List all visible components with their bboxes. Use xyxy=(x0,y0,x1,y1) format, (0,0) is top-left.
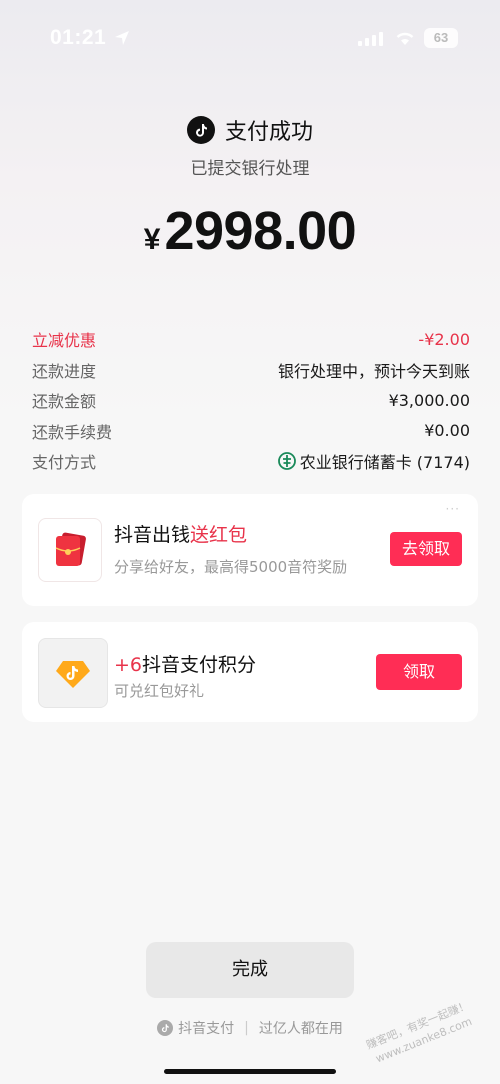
points-title-main: 抖音支付积分 xyxy=(142,654,257,676)
payment-details: 立减优惠 -¥2.00 还款进度 银行处理中，预计今天到账 还款金额 ¥3,00… xyxy=(32,324,470,477)
cellular-signal-icon xyxy=(358,32,383,46)
points-thumbnail xyxy=(38,638,108,708)
detail-value: 银行处理中，预计今天到账 xyxy=(277,361,470,381)
points-subtitle: 可兑红包好礼 xyxy=(114,682,205,700)
home-indicator[interactable] xyxy=(164,1069,336,1074)
claim-points-button[interactable]: 领取 xyxy=(376,654,462,690)
abc-bank-icon xyxy=(277,452,296,471)
footer-slogan: 过亿人都在用 xyxy=(258,1021,343,1037)
points-gem-icon xyxy=(56,661,90,688)
detail-row-progress: 还款进度 银行处理中，预计今天到账 xyxy=(32,355,470,386)
location-arrow-icon xyxy=(115,31,129,45)
red-packet-promo-card[interactable]: ··· 抖音出钱送红包 分享给好友，最高得5000音符奖励 去领取 xyxy=(22,494,478,606)
watermark: 赚客吧，有奖一起赚！ www.zuanke8.com xyxy=(355,994,500,1084)
detail-row-discount: 立减优惠 -¥2.00 xyxy=(32,324,470,355)
red-packet-thumbnail xyxy=(38,518,102,582)
detail-label: 支付方式 xyxy=(32,453,97,473)
detail-value: ¥0.00 xyxy=(424,421,470,441)
payment-points-card[interactable]: +6抖音支付积分 可兑红包好礼 领取 xyxy=(22,622,478,722)
detail-row-repay-amount: 还款金额 ¥3,000.00 xyxy=(32,385,470,416)
wifi-icon xyxy=(396,32,414,45)
points-title: +6抖音支付积分 xyxy=(114,650,256,677)
detail-label: 立减优惠 xyxy=(32,331,97,351)
detail-value-wrap: 农业银行储蓄卡 (7174) xyxy=(277,449,470,473)
currency-symbol: ¥ xyxy=(143,223,161,256)
detail-row-payment-method: 支付方式 农业银行储蓄卡 (7174) xyxy=(32,446,470,477)
promo-title: 抖音出钱送红包 xyxy=(114,520,247,547)
promo-subtitle: 分享给好友，最高得5000音符奖励 xyxy=(114,558,348,576)
red-packet-icon xyxy=(55,532,86,566)
status-bar: 01:21 63 xyxy=(0,22,500,56)
detail-value: 农业银行储蓄卡 (7174) xyxy=(299,453,470,473)
promo-title-main: 抖音出钱 xyxy=(114,524,191,546)
footer-brand: 抖音支付 xyxy=(178,1021,235,1037)
detail-value: ¥3,000.00 xyxy=(388,390,470,410)
detail-label: 还款进度 xyxy=(32,361,97,381)
payment-result-header: 支付成功 xyxy=(0,114,500,146)
claim-red-packet-button[interactable]: 去领取 xyxy=(390,532,462,566)
points-plus: +6 xyxy=(114,654,143,676)
detail-value: -¥2.00 xyxy=(418,329,470,349)
douyin-pay-logo-icon xyxy=(157,1020,174,1036)
page-subtitle: 已提交银行处理 xyxy=(190,159,310,179)
footer-divider: | xyxy=(244,1020,249,1036)
done-button[interactable]: 完成 xyxy=(146,942,354,998)
page-title: 支付成功 xyxy=(224,120,313,145)
promo-title-highlight: 送红包 xyxy=(190,524,248,546)
amount-value: 2998.00 xyxy=(164,201,357,261)
status-time: 01:21 xyxy=(50,26,107,49)
more-options-icon[interactable]: ··· xyxy=(446,502,460,516)
battery-indicator: 63 xyxy=(424,28,458,48)
detail-label: 还款金额 xyxy=(32,392,97,412)
douyin-logo-icon xyxy=(186,116,215,144)
payment-amount: ¥ 2998.00 xyxy=(0,200,500,262)
detail-label: 还款手续费 xyxy=(32,422,113,442)
detail-row-fee: 还款手续费 ¥0.00 xyxy=(32,416,470,447)
